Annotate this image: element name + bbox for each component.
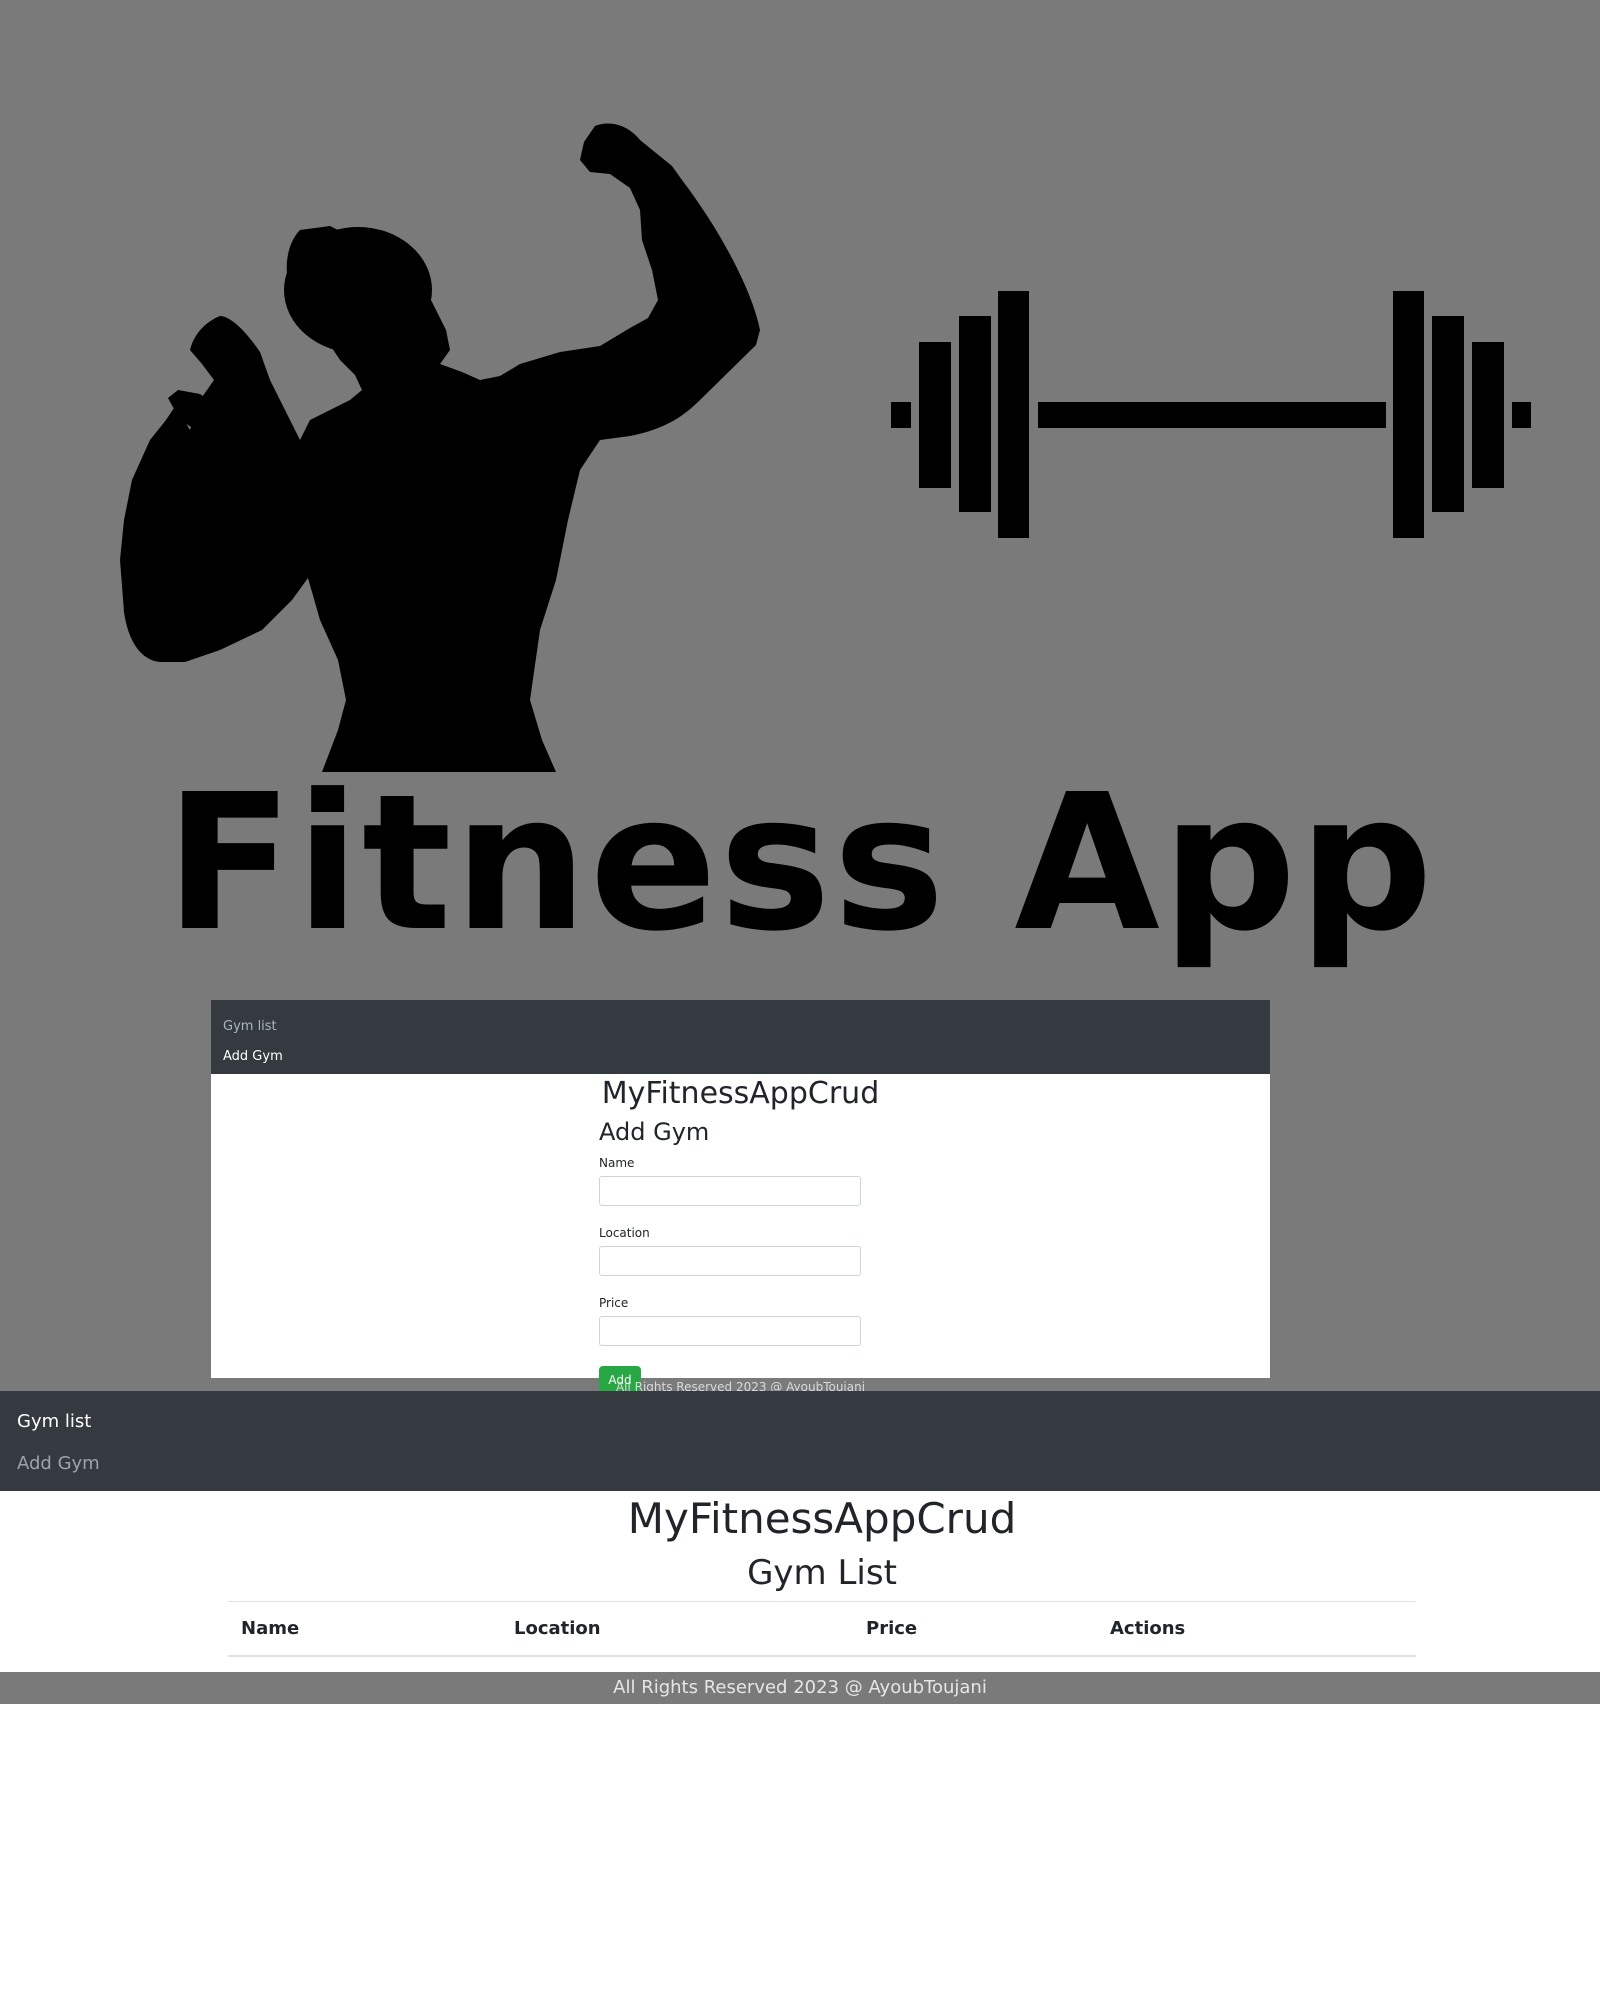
preview-nav-add-gym[interactable]: Add Gym xyxy=(223,1042,1258,1072)
bodybuilder-icon xyxy=(120,123,760,772)
table-header-row: Name Location Price Actions xyxy=(228,1601,1416,1657)
gym-table: Name Location Price Actions xyxy=(228,1601,1416,1657)
nav-gym-list[interactable]: Gym list xyxy=(17,1401,1583,1443)
form-title: Add Gym xyxy=(599,1118,710,1146)
nav-add-gym[interactable]: Add Gym xyxy=(17,1443,1583,1485)
price-label: Price xyxy=(599,1296,629,1310)
column-header-name: Name xyxy=(228,1601,501,1657)
page-brand: MyFitnessAppCrud xyxy=(627,1494,1017,1543)
column-header-price: Price xyxy=(853,1601,1097,1657)
preview-brand: MyFitnessAppCrud xyxy=(601,1076,880,1111)
preview-navbar: Gym list Add Gym xyxy=(211,1000,1270,1074)
column-header-actions: Actions xyxy=(1097,1601,1416,1657)
location-input[interactable] xyxy=(599,1246,861,1276)
preview-body: MyFitnessAppCrud Add Gym Name Location P… xyxy=(211,1074,1270,1395)
name-input[interactable] xyxy=(599,1176,861,1206)
main-navbar: Gym list Add Gym xyxy=(0,1391,1600,1491)
barbell-icon xyxy=(891,291,1531,538)
price-input[interactable] xyxy=(599,1316,861,1346)
hero-title: Fitness App xyxy=(165,754,1435,973)
location-label: Location xyxy=(599,1226,650,1240)
name-label: Name xyxy=(599,1156,635,1170)
column-header-location: Location xyxy=(501,1601,853,1657)
preview-nav-gym-list[interactable]: Gym list xyxy=(223,1012,1258,1042)
page-footer: All Rights Reserved 2023 @ AyoubToujani xyxy=(0,1672,1600,1704)
page-title: Gym List xyxy=(747,1553,897,1593)
add-gym-preview: Gym list Add Gym MyFitnessAppCrud Add Gy… xyxy=(211,1000,1270,1395)
add-gym-form: Add Gym Name Location Price Add xyxy=(599,1118,861,1395)
